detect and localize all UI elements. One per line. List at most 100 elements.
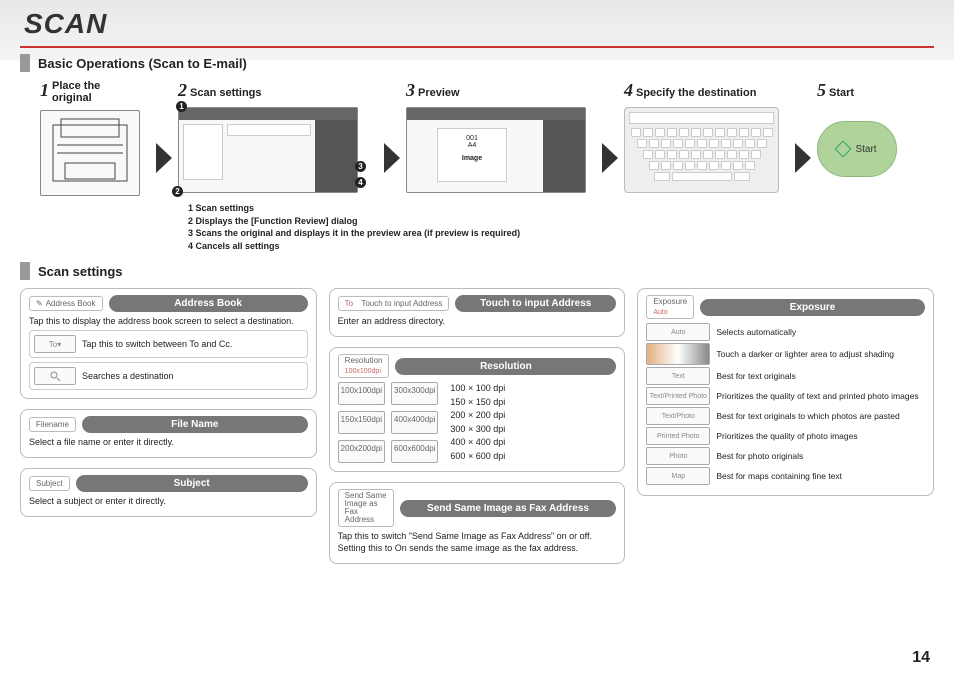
title-rule: [20, 46, 934, 48]
address-book-chip[interactable]: ✎ Address Book: [29, 296, 103, 311]
touch-input-chip[interactable]: To Touch to input Address: [338, 296, 450, 311]
exposure-row: Printed PhotoPrioritizes the quality of …: [646, 427, 925, 445]
section-settings-title: Scan settings: [38, 264, 123, 279]
step-3-label: 3Preview: [406, 80, 460, 101]
exposure-slider[interactable]: [646, 343, 710, 365]
search-icon: [49, 370, 61, 382]
card-file-name: Filename File Name Select a file name or…: [20, 409, 317, 458]
step-2-label: 2Scan settings: [178, 80, 262, 101]
step-1: 1Place the original: [40, 80, 150, 196]
exposure-text-printed-photo-button[interactable]: Text/Printed Photo: [646, 387, 710, 405]
exposure-auto-button[interactable]: Auto: [646, 323, 710, 341]
page: SCAN Basic Operations (Scan to E-mail) 1…: [0, 0, 954, 675]
card-send-fax: Send Same Image as Fax Address Send Same…: [329, 482, 626, 564]
callout-3: 3: [355, 161, 366, 172]
address-book-search-row: Searches a destination: [29, 362, 308, 390]
file-name-chip[interactable]: Filename: [29, 417, 76, 432]
res-btn[interactable]: 150x150dpi: [338, 411, 385, 434]
step-2: 2Scan settings 1 2 3 4: [178, 80, 378, 193]
touch-input-desc: Enter an address directory.: [338, 316, 617, 326]
res-btn[interactable]: 400x400dpi: [391, 411, 438, 434]
start-button[interactable]: Start: [817, 121, 897, 177]
exposure-photo-button[interactable]: Photo: [646, 447, 710, 465]
footnote-1: 1 Scan settings: [188, 202, 934, 215]
arrow-icon: [602, 143, 618, 173]
subject-title: Subject: [76, 475, 308, 492]
exposure-map-button[interactable]: Map: [646, 467, 710, 485]
footnote-3: 3 Scans the original and displays it in …: [188, 227, 934, 240]
exposure-row: Text/PhotoBest for text originals to whi…: [646, 407, 925, 425]
step-5: 5Start Start: [817, 80, 907, 177]
printer-icon: [45, 115, 135, 191]
exposure-chip[interactable]: Exposure Auto: [646, 295, 694, 319]
step-4-label: 4Specify the destination: [624, 80, 756, 101]
section-basic-heading: Basic Operations (Scan to E-mail): [20, 54, 934, 72]
file-name-desc: Select a file name or enter it directly.: [29, 437, 308, 447]
subject-chip[interactable]: Subject: [29, 476, 70, 491]
arrow-icon: [384, 143, 400, 173]
card-resolution: Resolution 100x100dpi Resolution 100x100…: [329, 347, 626, 472]
send-fax-desc2: Setting this to On sends the same image …: [338, 543, 617, 553]
section-marker: [20, 54, 30, 72]
arrow-icon: [795, 143, 811, 173]
res-btn[interactable]: 200x200dpi: [338, 440, 385, 463]
step-3: 3Preview 001 A4 Image: [406, 80, 596, 193]
exposure-row: Touch a darker or lighter area to adjust…: [646, 343, 925, 365]
footnote-2: 2 Displays the [Function Review] dialog: [188, 215, 934, 228]
step-1-thumb: [40, 110, 140, 196]
exposure-text-button[interactable]: Text: [646, 367, 710, 385]
step-4: 4Specify the destination: [624, 80, 789, 193]
diamond-icon: [835, 141, 852, 158]
col-2: To Touch to input Address Touch to input…: [329, 288, 626, 564]
res-btn[interactable]: 300x300dpi: [391, 382, 438, 405]
resolution-chip[interactable]: Resolution 100x100dpi: [338, 354, 390, 378]
exposure-row: MapBest for maps containing fine text: [646, 467, 925, 485]
send-fax-chip[interactable]: Send Same Image as Fax Address: [338, 489, 394, 527]
steps-row: 1Place the original 2Scan settings 1 2 3…: [40, 80, 934, 196]
page-number: 14: [912, 649, 930, 667]
address-book-to-row: To ▾ Tap this to switch between To and C…: [29, 330, 308, 358]
exposure-row: TextBest for text originals: [646, 367, 925, 385]
resolution-buttons: 100x100dpi 300x300dpi 150x150dpi 400x400…: [338, 382, 439, 463]
send-fax-title: Send Same Image as Fax Address: [400, 500, 617, 517]
footnote-4: 4 Cancels all settings: [188, 240, 934, 253]
address-book-title: Address Book: [109, 295, 308, 312]
col-3: Exposure Auto Exposure AutoSelects autom…: [637, 288, 934, 496]
callout-4: 4: [355, 177, 366, 188]
settings-columns: ✎ Address Book Address Book Tap this to …: [20, 288, 934, 564]
exposure-printed-photo-button[interactable]: Printed Photo: [646, 427, 710, 445]
exposure-row: Text/Printed PhotoPrioritizes the qualit…: [646, 387, 925, 405]
card-exposure: Exposure Auto Exposure AutoSelects autom…: [637, 288, 934, 496]
card-touch-input: To Touch to input Address Touch to input…: [329, 288, 626, 337]
to-cc-desc: Tap this to switch between To and Cc.: [82, 339, 232, 349]
address-book-desc: Tap this to display the address book scr…: [29, 316, 308, 326]
arrow-icon: [156, 143, 172, 173]
exposure-title: Exposure: [700, 299, 925, 316]
step-4-thumb: [624, 107, 779, 193]
to-cc-button[interactable]: To ▾: [34, 335, 76, 353]
subject-desc: Select a subject or enter it directly.: [29, 496, 308, 506]
step-3-thumb: 001 A4 Image: [406, 107, 586, 193]
section-basic-title: Basic Operations (Scan to E-mail): [38, 56, 247, 71]
exposure-row: PhotoBest for photo originals: [646, 447, 925, 465]
step-5-label: 5Start: [817, 80, 854, 101]
touch-input-title: Touch to input Address: [455, 295, 616, 312]
file-name-title: File Name: [82, 416, 308, 433]
section-settings-heading: Scan settings: [20, 262, 934, 280]
card-subject: Subject Subject Select a subject or ente…: [20, 468, 317, 517]
step-1-label: 1Place the original: [40, 80, 100, 104]
resolution-title: Resolution: [395, 358, 616, 375]
callout-2: 2: [172, 186, 183, 197]
exposure-text-photo-button[interactable]: Text/Photo: [646, 407, 710, 425]
res-btn[interactable]: 600x600dpi: [391, 440, 438, 463]
send-fax-desc1: Tap this to switch "Send Same Image as F…: [338, 531, 617, 541]
card-address-book: ✎ Address Book Address Book Tap this to …: [20, 288, 317, 399]
page-title: SCAN: [24, 10, 934, 38]
res-btn[interactable]: 100x100dpi: [338, 382, 385, 405]
section-marker: [20, 262, 30, 280]
search-desc: Searches a destination: [82, 371, 174, 381]
search-button[interactable]: [34, 367, 76, 385]
callout-1: 1: [176, 101, 187, 112]
exposure-row: AutoSelects automatically: [646, 323, 925, 341]
step-2-thumb: [178, 107, 358, 193]
